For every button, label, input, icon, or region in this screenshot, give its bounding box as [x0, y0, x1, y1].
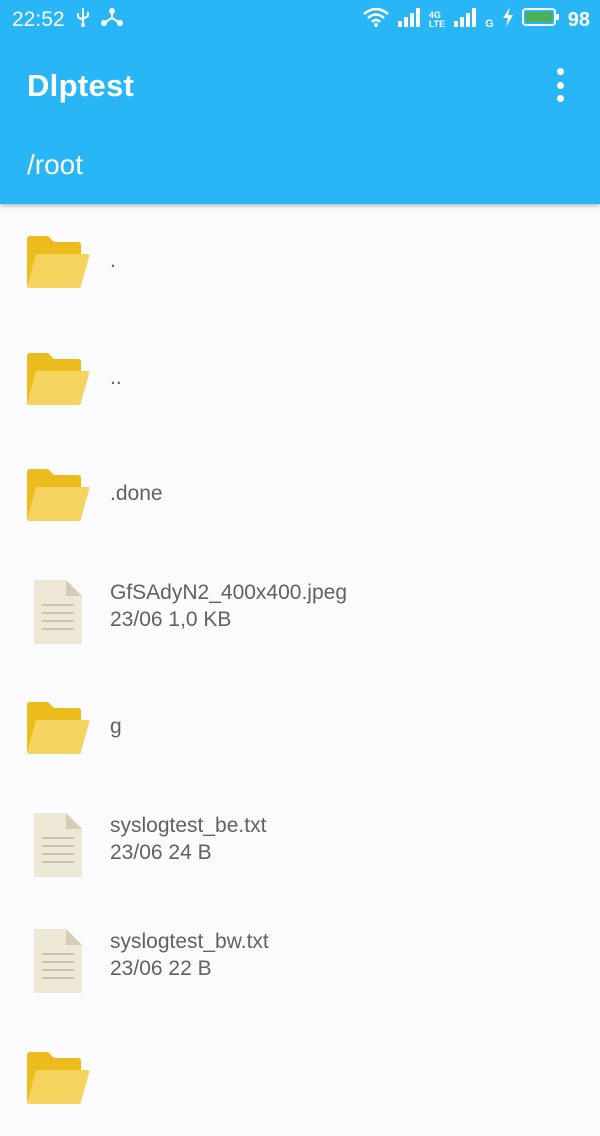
current-path: /root: [27, 149, 83, 181]
file-icon: [26, 580, 90, 634]
menu-dot: [557, 82, 564, 89]
network-type: 4G LTE: [429, 11, 445, 29]
list-item[interactable]: .done: [0, 437, 600, 554]
file-icon: [26, 813, 90, 867]
menu-dot: [557, 95, 564, 102]
status-time: 22:52: [12, 8, 65, 32]
signal-icon-2: [453, 7, 477, 33]
item-name: ..: [110, 366, 122, 390]
item-name: syslogtest_bw.txt: [110, 930, 269, 954]
item-name: .done: [110, 482, 163, 506]
list-item[interactable]: ..: [0, 321, 600, 438]
item-name: g: [110, 715, 122, 739]
wifi-icon: [363, 7, 389, 33]
item-name: GfSAdyN2_400x400.jpeg: [110, 581, 347, 605]
usb-icon: [75, 7, 91, 33]
item-meta: 23/06 1,0 KB: [110, 608, 231, 632]
app-title: Dlptest: [27, 68, 134, 104]
item-name: .: [110, 249, 116, 273]
file-icon: [26, 929, 90, 983]
signal-icon: [397, 7, 421, 33]
list-item[interactable]: GfSAdyN2_400x400.jpeg 23/06 1,0 KB: [0, 554, 600, 671]
folder-icon: [26, 352, 90, 406]
list-item[interactable]: [0, 1020, 600, 1136]
app-bar: Dlptest /root: [0, 38, 600, 204]
share-network-icon: [101, 7, 123, 33]
item-meta: 23/06 24 B: [110, 841, 212, 865]
more-vert-icon[interactable]: [550, 68, 570, 102]
folder-icon: [26, 701, 90, 755]
list-item[interactable]: .: [0, 204, 600, 321]
item-name: syslogtest_be.txt: [110, 814, 266, 838]
network-sub: LTE: [429, 20, 445, 29]
status-bar: 22:52 4G LTE G 98: [0, 0, 600, 38]
list-item[interactable]: syslogtest_be.txt 23/06 24 B: [0, 787, 600, 904]
menu-dot: [557, 68, 564, 75]
file-list: ... .done GfSAdyN2_400x400.jpeg 23/06 1,0 K…: [0, 204, 600, 1136]
folder-icon: [26, 235, 90, 289]
list-item[interactable]: syslogtest_bw.txt 23/06 22 B: [0, 903, 600, 1020]
charging-icon: [502, 7, 514, 33]
folder-icon: [26, 1051, 90, 1105]
list-item[interactable]: g: [0, 670, 600, 787]
battery-icon: [522, 7, 560, 33]
g-label: G: [485, 10, 494, 30]
item-meta: 23/06 22 B: [110, 957, 212, 981]
folder-icon: [26, 468, 90, 522]
battery-level: 98: [568, 9, 590, 32]
